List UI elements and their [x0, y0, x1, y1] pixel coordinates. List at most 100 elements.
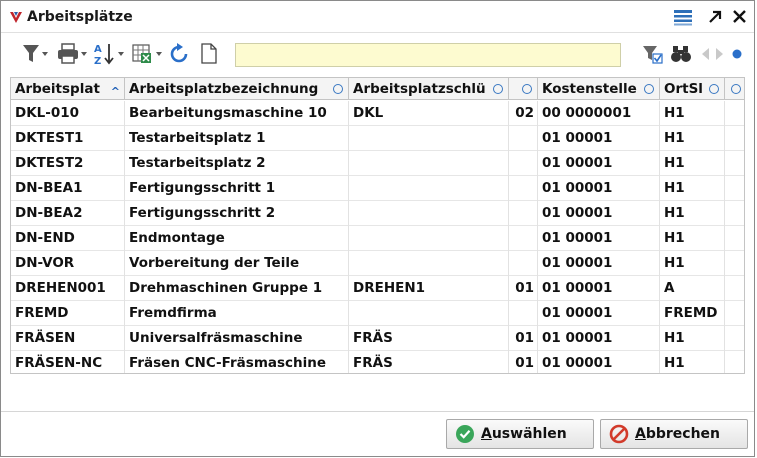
table-cell-kostenstelle: 01 00001 [538, 351, 660, 373]
table-cell-arbeitsplatz: DKL-010 [11, 101, 125, 126]
select-button[interactable]: Auswählen [446, 419, 594, 449]
layout-menu-button[interactable] [672, 7, 694, 27]
table-cell-ortsl: H1 [660, 351, 725, 373]
table-cell-ortsl: H1 [660, 326, 725, 351]
table-cell-extra [725, 101, 744, 126]
table-export-icon [132, 44, 162, 63]
dot-icon [732, 49, 742, 59]
table-cell-kostenstelle: 01 00001 [538, 276, 660, 301]
cancel-button-label: Abbrechen [635, 426, 721, 442]
table-cell-bezeichnung: Bearbeitungsmaschine 10 [125, 101, 349, 126]
table-cell-arbeitsplatz: FRÄSEN [11, 326, 125, 351]
svg-text:A: A [94, 44, 102, 55]
column-options-icon [709, 84, 719, 94]
table-cell-bezeichnung: Drehmaschinen Gruppe 1 [125, 276, 349, 301]
table-cell-arbeitsplatz: DN-BEA1 [11, 176, 125, 201]
table-row[interactable]: FRÄSEN-NC Fräsen CNC-Fräsmaschine FRÄS 01 01… [11, 351, 744, 373]
refresh-icon [170, 43, 188, 63]
sort-button[interactable]: A Z [93, 42, 127, 67]
table-row[interactable]: DN-BEA1 Fertigungsschritt 1 01 00001 H1 [11, 176, 744, 201]
table-cell-bezeichnung: Fertigungsschritt 2 [125, 201, 349, 226]
table-cell-code: 01 [509, 351, 538, 373]
table-header: Arbeitsplat ^ Arbeitsplatzbezeichnung Ar… [11, 78, 744, 100]
column-header-schluessel[interactable]: Arbeitsplatzschlü [349, 78, 509, 100]
table-cell-bezeichnung: Fremdfirma [125, 301, 349, 326]
column-header-kostenstelle[interactable]: Kostenstelle [538, 78, 660, 100]
table-cell-schluessel [349, 201, 509, 226]
filter-button[interactable] [21, 42, 51, 66]
footer-divider [1, 411, 754, 412]
table-cell-code [509, 126, 538, 151]
document-icon [201, 43, 217, 64]
layout-menu-icon [674, 10, 692, 26]
table-cell-schluessel: FRÄS [349, 351, 509, 373]
print-button[interactable] [56, 42, 90, 66]
arrow-up-right-icon [709, 10, 722, 23]
funnel-icon [23, 45, 48, 62]
column-options-icon [493, 84, 503, 94]
table-row[interactable]: DN-BEA2 Fertigungsschritt 2 01 00001 H1 [11, 201, 744, 226]
checkmark-circle-icon [456, 425, 474, 443]
detach-window-button[interactable] [704, 7, 726, 27]
triangle-right-icon [716, 48, 723, 60]
table-cell-bezeichnung: Testarbeitsplatz 2 [125, 151, 349, 176]
title-bar: Arbeitsplätze [1, 1, 754, 33]
table-cell-kostenstelle: 01 00001 [538, 126, 660, 151]
table-cell-code: 01 [509, 276, 538, 301]
column-options-icon [522, 84, 532, 94]
table-row[interactable]: FRÄSEN Universalfräsmaschine FRÄS 01 01 0000… [11, 326, 744, 351]
cancel-button[interactable]: Abbrechen [600, 419, 748, 449]
table-cell-arbeitsplatz: FREMD [11, 301, 125, 326]
column-options-icon [333, 84, 343, 94]
table-cell-extra [725, 201, 744, 226]
table-cell-code [509, 226, 538, 251]
table-cell-extra [725, 326, 744, 351]
data-table: Arbeitsplat ^ Arbeitsplatzbezeichnung Ar… [10, 77, 745, 374]
table-cell-ortsl: H1 [660, 251, 725, 276]
previous-button[interactable] [699, 42, 711, 66]
next-button[interactable] [714, 42, 726, 66]
table-row[interactable]: DREHEN001 Drehmaschinen Gruppe 1 DREHEN1 01… [11, 276, 744, 301]
excel-export-button[interactable] [131, 42, 165, 66]
close-window-button[interactable] [729, 7, 751, 27]
column-header-label: OrtSl [664, 81, 703, 97]
new-document-button[interactable] [200, 42, 218, 66]
table-cell-extra [725, 351, 744, 373]
refresh-button[interactable] [167, 42, 191, 66]
table-row[interactable]: FREMD Fremdfirma 01 00001 FREMD [11, 301, 744, 326]
column-header-bezeichnung[interactable]: Arbeitsplatzbezeichnung [125, 78, 349, 100]
table-cell-kostenstelle: 01 00001 [538, 176, 660, 201]
table-row[interactable]: DKL-010 Bearbeitungsmaschine 10 DKL 02 00 00… [11, 101, 744, 126]
table-cell-arbeitsplatz: DN-END [11, 226, 125, 251]
table-cell-kostenstelle: 00 0000001 [538, 101, 660, 126]
table-row[interactable]: DN-VOR Vorbereitung der Teile 01 00001 H1 [11, 251, 744, 276]
table-row[interactable]: DN-END Endmontage 01 00001 H1 [11, 226, 744, 251]
column-header-code[interactable] [509, 78, 538, 100]
find-button[interactable] [670, 42, 692, 66]
column-header-label: Arbeitsplat [15, 81, 100, 97]
table-cell-ortsl: H1 [660, 126, 725, 151]
table-cell-ortsl: FREMD [660, 301, 725, 326]
table-cell-schluessel [349, 251, 509, 276]
filter-check-button[interactable] [641, 42, 665, 66]
table-cell-bezeichnung: Fertigungsschritt 1 [125, 176, 349, 201]
table-cell-schluessel: DREHEN1 [349, 276, 509, 301]
table-cell-schluessel: FRÄS [349, 326, 509, 351]
table-row[interactable]: DKTEST1 Testarbeitsplatz 1 01 00001 H1 [11, 126, 744, 151]
no-entry-icon [609, 424, 629, 444]
table-cell-extra [725, 251, 744, 276]
search-input[interactable] [235, 43, 621, 67]
table-cell-code [509, 201, 538, 226]
table-cell-kostenstelle: 01 00001 [538, 326, 660, 351]
table-cell-bezeichnung: Testarbeitsplatz 1 [125, 126, 349, 151]
table-cell-bezeichnung: Endmontage [125, 226, 349, 251]
table-cell-schluessel [349, 126, 509, 151]
table-cell-code [509, 301, 538, 326]
sort-az-icon: A Z [94, 44, 124, 67]
column-header-ortsl[interactable]: OrtSl [660, 78, 725, 100]
table-row[interactable]: DKTEST2 Testarbeitsplatz 2 01 00001 H1 [11, 151, 744, 176]
column-header-label: Arbeitsplatzbezeichnung [129, 81, 319, 97]
column-header-arbeitsplatz[interactable]: Arbeitsplat ^ [11, 78, 125, 100]
column-header-extra[interactable] [725, 78, 744, 100]
table-cell-ortsl: A [660, 276, 725, 301]
